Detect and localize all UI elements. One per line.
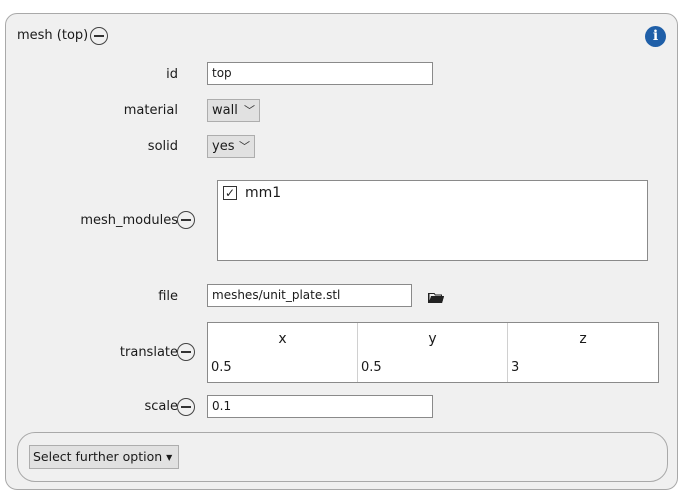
- chevron-down-icon: ﹀: [239, 140, 250, 153]
- caret-down-icon: ▼: [166, 452, 173, 462]
- scale-input[interactable]: 0.1: [207, 395, 433, 418]
- column-header-z: z: [579, 331, 587, 347]
- translate-column-z: z 3: [508, 323, 658, 382]
- solid-label: solid: [147, 139, 178, 154]
- remove-mesh-modules-icon[interactable]: [177, 211, 195, 229]
- translate-label: translate: [119, 345, 178, 360]
- remove-translate-icon[interactable]: [177, 343, 195, 361]
- panel-title: mesh (top): [17, 28, 89, 43]
- mm1-label: mm1: [245, 185, 282, 201]
- select-further-option-button[interactable]: Select further option ▼: [29, 445, 180, 469]
- material-value: wall: [212, 103, 238, 118]
- collapse-panel-icon[interactable]: [90, 27, 108, 45]
- translate-table: x 0.5 y 0.5 z 3: [207, 322, 659, 383]
- material-label: material: [123, 103, 178, 118]
- translate-value-x[interactable]: 0.5: [211, 360, 232, 375]
- mesh-panel: mesh (top) i id top material wall ﹀ soli…: [5, 13, 678, 490]
- translate-value-y[interactable]: 0.5: [361, 360, 382, 375]
- mm1-checkbox[interactable]: ✓: [223, 186, 237, 200]
- column-header-y: y: [428, 331, 437, 347]
- file-input[interactable]: meshes/unit_plate.stl: [207, 284, 412, 307]
- translate-column-x: x 0.5: [208, 323, 358, 382]
- scale-label: scale: [144, 399, 179, 414]
- mesh-modules-label: mesh_modules: [80, 213, 178, 228]
- id-input[interactable]: top: [207, 62, 433, 85]
- mesh-modules-list[interactable]: ✓ mm1: [217, 180, 648, 261]
- translate-column-y: y 0.5: [358, 323, 508, 382]
- id-label: id: [166, 67, 178, 82]
- further-options-panel: Select further option ▼: [17, 432, 668, 482]
- folder-icon[interactable]: [428, 291, 444, 304]
- material-select[interactable]: wall ﹀: [207, 99, 260, 122]
- remove-scale-icon[interactable]: [177, 398, 195, 416]
- translate-value-z[interactable]: 3: [511, 360, 519, 375]
- solid-value: yes: [212, 139, 235, 154]
- info-icon[interactable]: i: [645, 26, 666, 47]
- solid-select[interactable]: yes ﹀: [207, 135, 255, 158]
- chevron-down-icon: ﹀: [244, 104, 255, 117]
- select-further-option-label: Select further option: [33, 449, 163, 464]
- file-label: file: [158, 289, 178, 304]
- column-header-x: x: [278, 331, 287, 347]
